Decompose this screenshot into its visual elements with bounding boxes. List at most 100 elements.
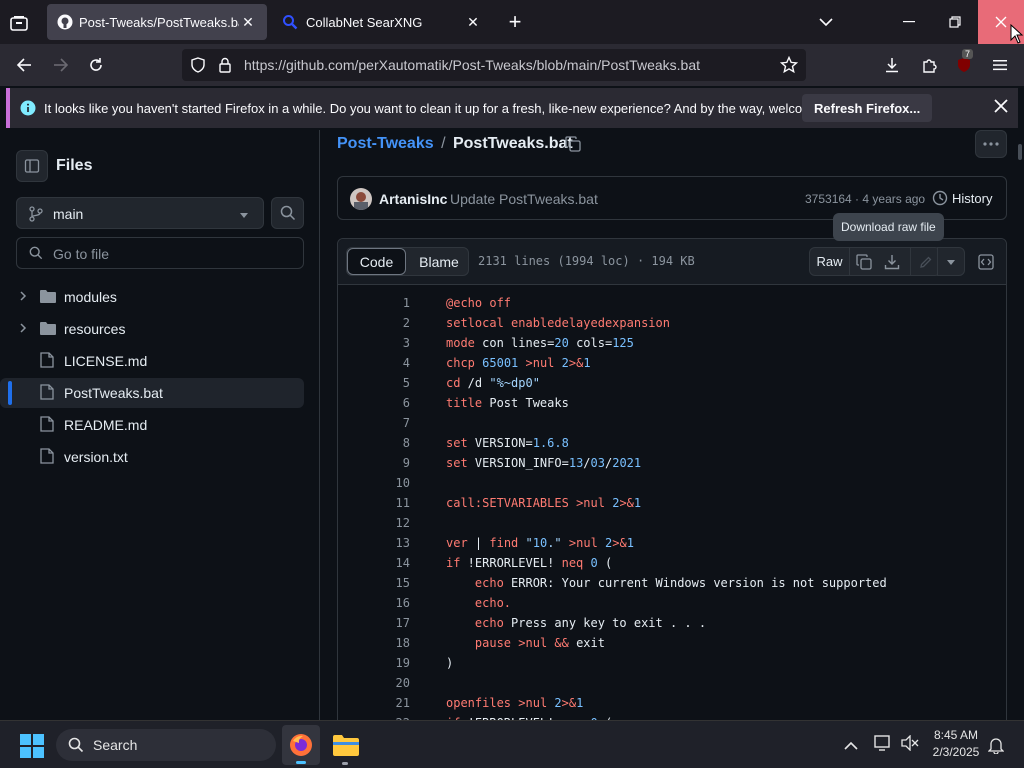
line-content: cd /d "%~dp0" [446, 376, 540, 390]
line-number[interactable]: 15 [338, 573, 410, 593]
raw-button[interactable]: Raw [810, 248, 850, 275]
ublock-extension-icon[interactable]: 7 [952, 49, 976, 77]
collapse-sidebar-button[interactable] [16, 150, 48, 182]
search-icon [29, 246, 43, 265]
tree-item-label: README.md [64, 417, 148, 433]
new-tab-icon[interactable]: + [504, 9, 526, 34]
tree-item-modules[interactable]: modules [0, 282, 304, 312]
taskbar-search-box[interactable]: Search [56, 729, 276, 761]
chevron-up-icon[interactable] [844, 738, 858, 756]
copy-path-icon[interactable] [565, 136, 581, 157]
forward-arrow-icon[interactable] [49, 53, 73, 77]
hamburger-menu-icon[interactable] [988, 53, 1012, 77]
line-number[interactable]: 11 [338, 493, 410, 513]
edit-dropdown-button[interactable] [937, 247, 965, 276]
lock-icon[interactable] [218, 57, 232, 76]
breadcrumb-repo-link[interactable]: Post-Tweaks [337, 135, 434, 152]
reload-icon[interactable] [84, 53, 108, 77]
commit-hash-time[interactable]: 3753164 · 4 years ago [805, 192, 925, 206]
go-to-file-input[interactable]: Go to file [16, 237, 304, 269]
tab-searxng[interactable]: CollabNet SearXNG ✕ [272, 4, 492, 40]
line-number[interactable]: 12 [338, 513, 410, 533]
notification-bell-icon[interactable] [987, 736, 1005, 759]
chevron-right-icon[interactable] [19, 322, 27, 336]
commit-author[interactable]: ArtanisInc [379, 191, 447, 207]
search-files-button[interactable] [271, 197, 304, 229]
line-number[interactable]: 20 [338, 673, 410, 693]
line-number[interactable]: 13 [338, 533, 410, 553]
line-number[interactable]: 8 [338, 433, 410, 453]
download-icon[interactable] [880, 53, 904, 77]
line-number[interactable]: 2 [338, 313, 410, 333]
more-options-button[interactable] [975, 130, 1007, 158]
page-scrollbar-thumb[interactable] [1018, 144, 1022, 160]
volume-muted-icon[interactable] [901, 734, 919, 756]
close-notification-icon[interactable] [994, 99, 1008, 116]
taskbar-firefox-button[interactable] [282, 725, 320, 765]
download-raw-button[interactable] [878, 248, 906, 275]
active-app-indicator [296, 761, 306, 764]
refresh-firefox-button[interactable]: Refresh Firefox... [802, 94, 933, 122]
copy-icon [856, 253, 872, 270]
mouse-cursor-icon [1010, 23, 1024, 49]
line-number[interactable]: 19 [338, 653, 410, 673]
firefox-view-icon[interactable] [8, 12, 30, 34]
search-icon [282, 14, 298, 30]
line-number[interactable]: 3 [338, 333, 410, 353]
edit-file-button[interactable] [910, 248, 940, 275]
clock-date[interactable]: 2/3/2025 [926, 745, 986, 759]
line-number[interactable]: 17 [338, 613, 410, 633]
line-number[interactable]: 18 [338, 633, 410, 653]
line-number[interactable]: 21 [338, 693, 410, 713]
line-content: title Post Tweaks [446, 396, 569, 410]
taskbar-search-label: Search [93, 737, 138, 753]
shield-icon[interactable] [190, 57, 206, 76]
tree-item-license[interactable]: LICENSE.md [0, 346, 304, 376]
branch-selector[interactable]: main [16, 197, 264, 229]
line-number[interactable]: 6 [338, 393, 410, 413]
line-content: set VERSION=1.6.8 [446, 436, 569, 450]
line-number[interactable]: 5 [338, 373, 410, 393]
restore-icon[interactable] [944, 11, 966, 33]
copy-raw-button[interactable] [850, 248, 878, 275]
clock-time[interactable]: 8:45 AM [930, 728, 982, 742]
chevron-down-icon[interactable] [815, 11, 837, 33]
commit-message[interactable]: Update PostTweaks.bat [450, 191, 598, 207]
file-icon [40, 415, 54, 435]
line-number[interactable]: 16 [338, 593, 410, 613]
minimize-icon[interactable] [898, 11, 920, 33]
line-number[interactable]: 9 [338, 453, 410, 473]
github-icon [57, 14, 73, 30]
line-number[interactable]: 4 [338, 353, 410, 373]
blame-tab[interactable]: Blame [409, 248, 469, 275]
tree-item-posttweaks[interactable]: PostTweaks.bat [0, 378, 304, 408]
tree-item-resources[interactable]: resources [0, 314, 304, 344]
code-tab[interactable]: Code [347, 248, 406, 275]
breadcrumb-file-name: PostTweaks.bat [452, 135, 573, 152]
tree-item-version[interactable]: version.txt [0, 442, 304, 472]
taskbar-file-explorer-button[interactable] [326, 725, 364, 765]
line-number[interactable]: 14 [338, 553, 410, 573]
line-number[interactable]: 10 [338, 473, 410, 493]
back-arrow-icon[interactable] [12, 53, 36, 77]
file-icon [40, 383, 54, 403]
tree-item-readme[interactable]: README.md [0, 410, 304, 440]
tab-close-icon[interactable]: ✕ [239, 14, 257, 31]
address-bar[interactable]: https://github.com/perXautomatik/Post-Tw… [182, 49, 806, 81]
line-number[interactable]: 7 [338, 413, 410, 433]
avatar[interactable] [350, 188, 372, 210]
network-icon[interactable] [874, 735, 892, 756]
bookmark-star-icon[interactable] [779, 55, 799, 77]
history-link[interactable]: History [952, 191, 992, 206]
chevron-right-icon[interactable] [19, 290, 27, 304]
tab-close-icon[interactable]: ✕ [464, 14, 482, 31]
folder-icon [40, 289, 56, 306]
line-number[interactable]: 1 [338, 293, 410, 313]
tab-post-tweaks[interactable]: Post-Tweaks/PostTweaks.bat at ✕ [47, 4, 267, 40]
windows-start-icon[interactable] [20, 734, 44, 763]
tree-item-label: PostTweaks.bat [64, 385, 163, 401]
extensions-puzzle-icon[interactable] [917, 53, 941, 77]
tooltip: Download raw file [833, 213, 944, 241]
symbols-panel-button[interactable] [972, 247, 1000, 276]
file-actions-group: Raw [809, 247, 941, 276]
